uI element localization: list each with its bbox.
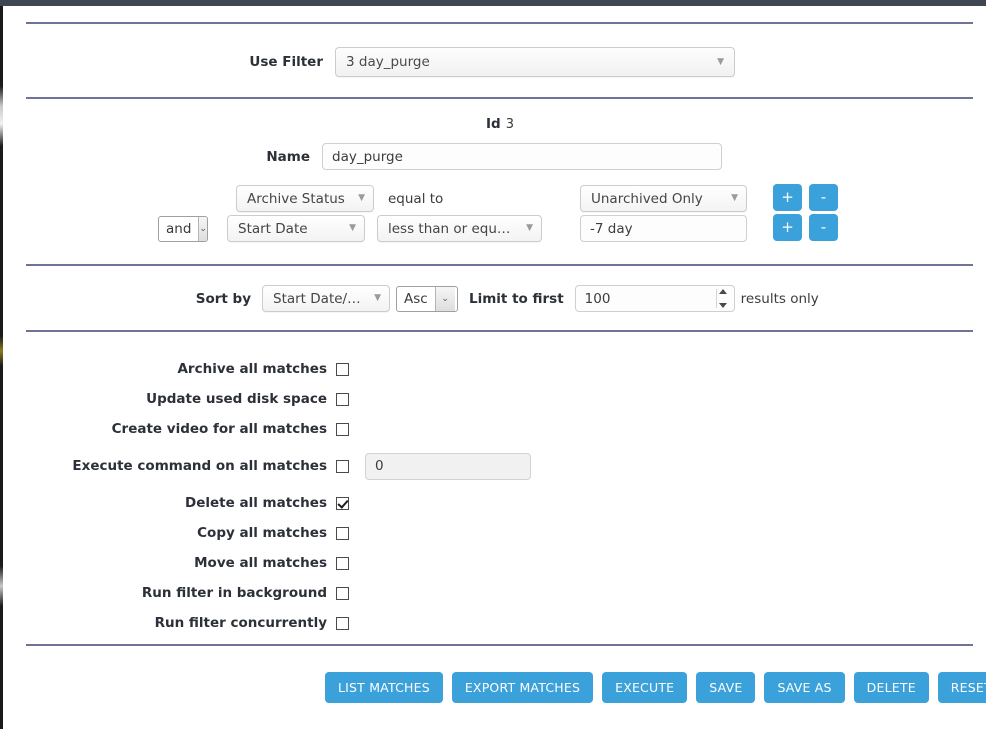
limit-input[interactable] [574, 285, 735, 312]
condition-row-1: Archive Status ▼ equal to [236, 185, 443, 212]
spinner-down-icon[interactable] [719, 303, 728, 308]
move-all-matches-checkbox[interactable] [336, 556, 349, 570]
run-filter-concurrently-checkbox[interactable] [336, 616, 349, 630]
option-label: Run filter concurrently [154, 615, 327, 631]
condition-1-field-select[interactable]: Archive Status ▼ [236, 185, 374, 212]
option-label: Execute command on all matches [72, 458, 327, 474]
delete-all-matches-checkbox[interactable] [336, 496, 349, 510]
filter-id-row: Id 3 [3, 116, 986, 132]
option-row-execute-command-on-all-matches: Execute command on all matches [3, 451, 986, 481]
execute-command-on-all-matches-checkbox[interactable] [336, 459, 349, 473]
option-row-archive-all-matches: Archive all matches [3, 354, 986, 384]
sort-direction-value: Asc [404, 290, 428, 307]
condition-2-conjunction-value: and [166, 220, 192, 237]
caret-down-icon: ▼ [717, 56, 724, 67]
condition-1-add-button[interactable]: + [773, 184, 802, 211]
option-label: Delete all matches [185, 495, 327, 511]
condition-2-operator-value: less than or equal to [388, 220, 517, 237]
archive-all-matches-checkbox[interactable] [336, 362, 349, 376]
filter-id-label: Id [486, 116, 501, 132]
condition-2-field-value: Start Date [238, 220, 308, 237]
create-video-for-all-matches-checkbox[interactable] [336, 422, 349, 436]
condition-1-value-select[interactable]: Unarchived Only ▼ [580, 185, 747, 212]
chevron-down-icon: ⌄ [434, 286, 455, 311]
use-filter-row: Use Filter 3 day_purge ▼ [3, 47, 986, 77]
condition-1-value-group: Unarchived Only ▼ [580, 185, 747, 212]
filter-form-page: Use Filter 3 day_purge ▼ Id 3 Name Archiv… [3, 6, 986, 729]
divider-sort [26, 264, 973, 266]
condition-2-buttons: + - [773, 214, 838, 241]
use-filter-label: Use Filter [249, 54, 323, 70]
option-row-copy-all-matches: Copy all matches [3, 518, 986, 548]
export-matches-button[interactable]: EXPORT MATCHES [451, 672, 594, 703]
caret-down-icon: ▼ [349, 223, 356, 233]
use-filter-select[interactable]: 3 day_purge ▼ [335, 47, 735, 77]
condition-row-2: and ⌄ Start Date ▼ less than or equal to… [158, 215, 542, 242]
condition-2-field-select[interactable]: Start Date ▼ [227, 215, 365, 242]
option-label: Move all matches [194, 555, 327, 571]
execute-command-input[interactable] [365, 452, 531, 480]
sort-field-select[interactable]: Start Date/Ti... ▼ [262, 285, 390, 312]
copy-all-matches-checkbox[interactable] [336, 526, 349, 540]
sort-row: Sort by Start Date/Ti... ▼ Asc ⌄ Limit t… [3, 285, 986, 312]
execute-button[interactable]: EXECUTE [602, 672, 688, 703]
condition-2-remove-button[interactable]: - [809, 214, 838, 241]
sort-by-label: Sort by [195, 290, 251, 307]
caret-down-icon: ▼ [374, 293, 381, 303]
spinner-up-icon[interactable] [719, 289, 728, 294]
condition-2-conjunction-select[interactable]: and ⌄ [158, 215, 208, 242]
update-used-disk-space-checkbox[interactable] [336, 392, 349, 406]
condition-1-operator-text: equal to [388, 190, 444, 207]
option-row-update-used-disk-space: Update used disk space [3, 384, 986, 414]
option-label: Update used disk space [146, 391, 327, 407]
option-label: Copy all matches [197, 525, 327, 541]
divider-filter-details [26, 97, 973, 99]
divider-options [26, 330, 973, 332]
option-label: Create video for all matches [111, 421, 327, 437]
filter-id-value: 3 [505, 117, 514, 132]
reset-button[interactable]: RESET [937, 672, 986, 703]
condition-2-operator-select[interactable]: less than or equal to ▼ [377, 215, 542, 242]
chevron-down-icon: ⌄ [198, 216, 207, 241]
option-row-delete-all-matches: Delete all matches [3, 488, 986, 518]
limit-spinner[interactable] [715, 289, 730, 308]
list-matches-button[interactable]: LIST MATCHES [325, 672, 443, 703]
condition-1-value: Unarchived Only [591, 190, 703, 207]
caret-down-icon: ▼ [526, 223, 533, 233]
use-filter-value: 3 day_purge [346, 54, 430, 70]
save-as-button[interactable]: SAVE AS [764, 672, 845, 703]
option-row-run-filter-in-background: Run filter in background [3, 578, 986, 608]
condition-1-buttons: + - [773, 184, 838, 211]
option-row-create-video-for-all-matches: Create video for all matches [3, 414, 986, 444]
sort-field-value: Start Date/Ti... [273, 290, 365, 307]
limit-stepper [574, 285, 735, 312]
sort-direction-select[interactable]: Asc ⌄ [396, 285, 458, 312]
results-only-label: results only [740, 290, 819, 307]
divider-actions [26, 644, 973, 646]
run-filter-in-background-checkbox[interactable] [336, 586, 349, 600]
save-button[interactable]: SAVE [696, 672, 756, 703]
delete-button[interactable]: DELETE [853, 672, 929, 703]
option-label: Archive all matches [177, 361, 327, 377]
caret-down-icon: ▼ [358, 193, 365, 203]
filter-name-row: Name [3, 143, 986, 170]
option-row-move-all-matches: Move all matches [3, 548, 986, 578]
limit-to-first-label: Limit to first [469, 290, 564, 307]
caret-down-icon: ▼ [731, 193, 738, 203]
condition-1-remove-button[interactable]: - [809, 184, 838, 211]
filter-id-group: Id 3 [3, 116, 514, 132]
condition-2-value-input[interactable] [580, 215, 747, 242]
filter-name-input[interactable] [322, 143, 722, 170]
option-label: Run filter in background [141, 585, 327, 601]
filter-name-label: Name [266, 148, 310, 165]
action-button-bar: LIST MATCHES EXPORT MATCHES EXECUTE SAVE… [325, 672, 986, 703]
condition-2-add-button[interactable]: + [773, 214, 802, 241]
options-list: Archive all matches Update used disk spa… [3, 354, 986, 638]
divider-top [26, 22, 973, 24]
condition-2-value-group [580, 215, 747, 242]
condition-1-field-value: Archive Status [247, 190, 345, 207]
option-row-run-filter-concurrently: Run filter concurrently [3, 608, 986, 638]
